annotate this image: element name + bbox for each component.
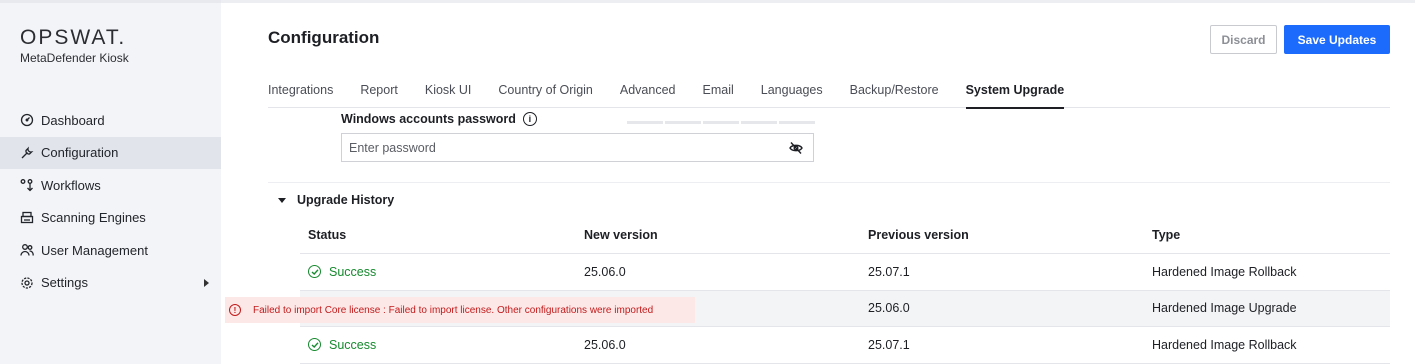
sidebar-item-settings[interactable]: Settings — [0, 267, 221, 300]
tab-email[interactable]: Email — [703, 84, 734, 108]
tab-advanced[interactable]: Advanced — [620, 84, 676, 108]
chevron-right-icon — [204, 278, 209, 287]
password-label: Windows accounts password i — [341, 112, 537, 126]
upgrade-history-title: Upgrade History — [297, 193, 395, 207]
sidebar-item-label: Workflows — [41, 177, 101, 193]
sidebar-item-configuration[interactable]: Configuration — [0, 136, 221, 169]
previous-version-cell: 25.07.1 — [868, 337, 910, 352]
status-cell: Success — [300, 265, 584, 279]
gauge-icon — [20, 113, 34, 127]
check-circle-icon — [308, 338, 321, 352]
tab-backup-restore[interactable]: Backup/Restore — [850, 84, 939, 108]
tab-system-upgrade[interactable]: System Upgrade — [965, 84, 1064, 109]
discard-button[interactable]: Discard — [1210, 25, 1277, 54]
sidebar-item-label: Dashboard — [41, 112, 105, 128]
previous-version-cell: 25.07.1 — [868, 264, 910, 279]
section-divider — [268, 182, 1390, 183]
column-header-type: Type — [1152, 228, 1181, 242]
new-version-cell: 25.06.0 — [584, 337, 626, 352]
caret-down-icon — [278, 197, 286, 203]
sidebar-nav: Dashboard Configuration Workflows Scanni… — [0, 104, 221, 299]
column-header-new-version: New version — [584, 228, 658, 242]
tab-integrations[interactable]: Integrations — [268, 84, 333, 108]
main-content: Configuration Discard Save Updates Integ… — [221, 0, 1415, 364]
upgrade-history-toggle[interactable]: Upgrade History — [278, 193, 394, 207]
tab-kiosk-ui[interactable]: Kiosk UI — [425, 84, 472, 108]
sidebar-item-label: Settings — [41, 275, 88, 291]
strength-segment — [627, 121, 663, 124]
users-icon — [20, 243, 34, 257]
sidebar: OPSWAT. MetaDefender Kiosk Dashboard Con… — [0, 0, 221, 364]
sidebar-item-label: Configuration — [41, 145, 119, 161]
sidebar-item-dashboard[interactable]: Dashboard — [0, 104, 221, 137]
table-row: Success 25.06.0 25.07.1 Hardened Image R… — [300, 254, 1390, 291]
sidebar-item-workflows[interactable]: Workflows — [0, 169, 221, 202]
error-message-text: Failed to import Core license : Failed t… — [253, 304, 654, 316]
previous-version-cell: 25.06.0 — [868, 301, 910, 316]
page-title: Configuration — [268, 28, 380, 47]
password-field — [341, 133, 814, 162]
strength-segment — [741, 121, 777, 124]
sidebar-item-user-management[interactable]: User Management — [0, 234, 221, 267]
status-text: Success — [329, 337, 377, 352]
tab-languages[interactable]: Languages — [761, 84, 823, 108]
sidebar-item-label: User Management — [41, 242, 148, 258]
table-header: Status New version Previous version Type — [300, 217, 1390, 254]
save-updates-button[interactable]: Save Updates — [1284, 25, 1390, 54]
opswat-logo: OPSWAT. — [20, 26, 127, 49]
strength-segment — [703, 121, 739, 124]
check-circle-icon — [308, 265, 321, 279]
type-cell: Hardened Image Upgrade — [1152, 301, 1297, 316]
sidebar-item-scanning-engines[interactable]: Scanning Engines — [0, 202, 221, 235]
strength-segment — [665, 121, 701, 124]
gear-icon — [20, 276, 34, 290]
type-cell: Hardened Image Rollback — [1152, 264, 1297, 279]
password-label-text: Windows accounts password — [341, 112, 516, 126]
error-message: ! Failed to import Core license : Failed… — [225, 297, 695, 323]
table-row: Success 25.06.0 25.07.1 Hardened Image R… — [300, 327, 1390, 364]
tab-report[interactable]: Report — [360, 84, 398, 108]
password-input[interactable] — [342, 134, 762, 161]
product-name: MetaDefender Kiosk — [20, 51, 129, 65]
brand: OPSWAT. MetaDefender Kiosk — [20, 26, 129, 66]
eye-off-icon[interactable] — [789, 141, 803, 155]
printer-icon — [20, 211, 34, 225]
strength-segment — [779, 121, 815, 124]
column-header-status: Status — [308, 228, 347, 242]
tab-country-of-origin[interactable]: Country of Origin — [498, 84, 592, 108]
upgrade-history-table: Status New version Previous version Type… — [300, 217, 1390, 364]
config-tabs: Integrations Report Kiosk UI Country of … — [268, 84, 1390, 109]
error-icon: ! — [229, 304, 241, 316]
status-text: Success — [329, 264, 377, 279]
new-version-cell: 25.06.0 — [584, 264, 626, 279]
sidebar-item-label: Scanning Engines — [41, 210, 146, 226]
column-header-previous-version: Previous version — [868, 228, 969, 242]
wrench-icon — [20, 146, 34, 160]
workflow-icon — [20, 178, 34, 192]
password-strength-meter — [627, 121, 817, 124]
info-icon[interactable]: i — [522, 112, 537, 126]
type-cell: Hardened Image Rollback — [1152, 337, 1297, 352]
status-cell: Success — [300, 338, 584, 352]
